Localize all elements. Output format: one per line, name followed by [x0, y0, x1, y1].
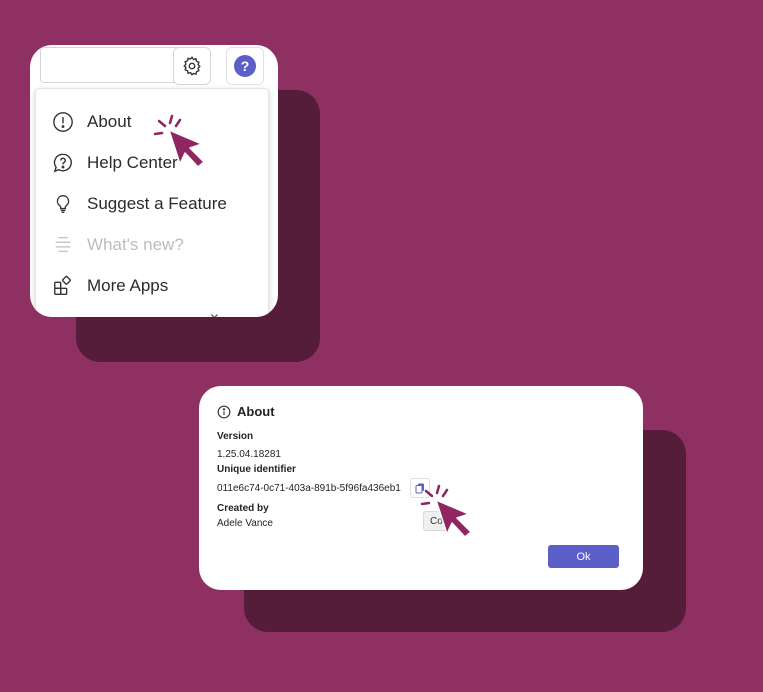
menu-item-about[interactable]: About [36, 102, 268, 142]
search-input[interactable] [40, 47, 188, 83]
menu-item-whats-new: What's new? [36, 225, 268, 265]
help-button[interactable]: ? [226, 47, 264, 85]
help-chat-icon [52, 152, 74, 174]
info-icon [217, 405, 231, 418]
unique-identifier-value: 011e6c74-0c71-403a-891b-5f96fa436eb1 [217, 483, 401, 494]
gear-icon [183, 56, 201, 76]
lightbulb-icon [52, 193, 74, 215]
info-circle-icon [52, 111, 74, 133]
copy-tooltip: Co [423, 511, 450, 531]
created-by-value: Adele Vance [217, 518, 273, 529]
menu-item-label: More Apps [87, 276, 169, 295]
about-dialog: About Version 1.25.04.18281 Unique ident… [199, 386, 643, 590]
created-by-label: Created by [217, 503, 269, 514]
menu-item-label: Help Center [87, 153, 178, 172]
version-label: Version [217, 431, 254, 442]
question-mark-icon: ? [234, 55, 256, 77]
menu-item-label: Suggest a Feature [87, 194, 227, 213]
copy-icon [415, 483, 424, 494]
menu-item-more-apps[interactable]: More Apps [36, 266, 268, 306]
help-menu-card: ? About Help Center Suggest a Feature Wh… [30, 45, 278, 317]
help-dropdown-menu: About Help Center Suggest a Feature What… [35, 88, 269, 317]
menu-item-help-center[interactable]: Help Center [36, 143, 268, 183]
settings-button[interactable] [173, 47, 211, 85]
menu-item-label: What's new? [87, 235, 184, 254]
version-value: 1.25.04.18281 [217, 449, 281, 460]
truncated-background-text: ... ✕ [192, 311, 220, 317]
apps-icon [52, 275, 74, 297]
menu-item-suggest-feature[interactable]: Suggest a Feature [36, 184, 268, 224]
whats-new-icon [52, 234, 74, 256]
dialog-title: About [217, 404, 275, 419]
unique-identifier-label: Unique identifier [217, 464, 296, 475]
dialog-title-text: About [237, 404, 275, 419]
menu-item-label: About [87, 112, 132, 131]
ok-button[interactable]: Ok [548, 545, 619, 568]
copy-button[interactable] [410, 478, 430, 498]
